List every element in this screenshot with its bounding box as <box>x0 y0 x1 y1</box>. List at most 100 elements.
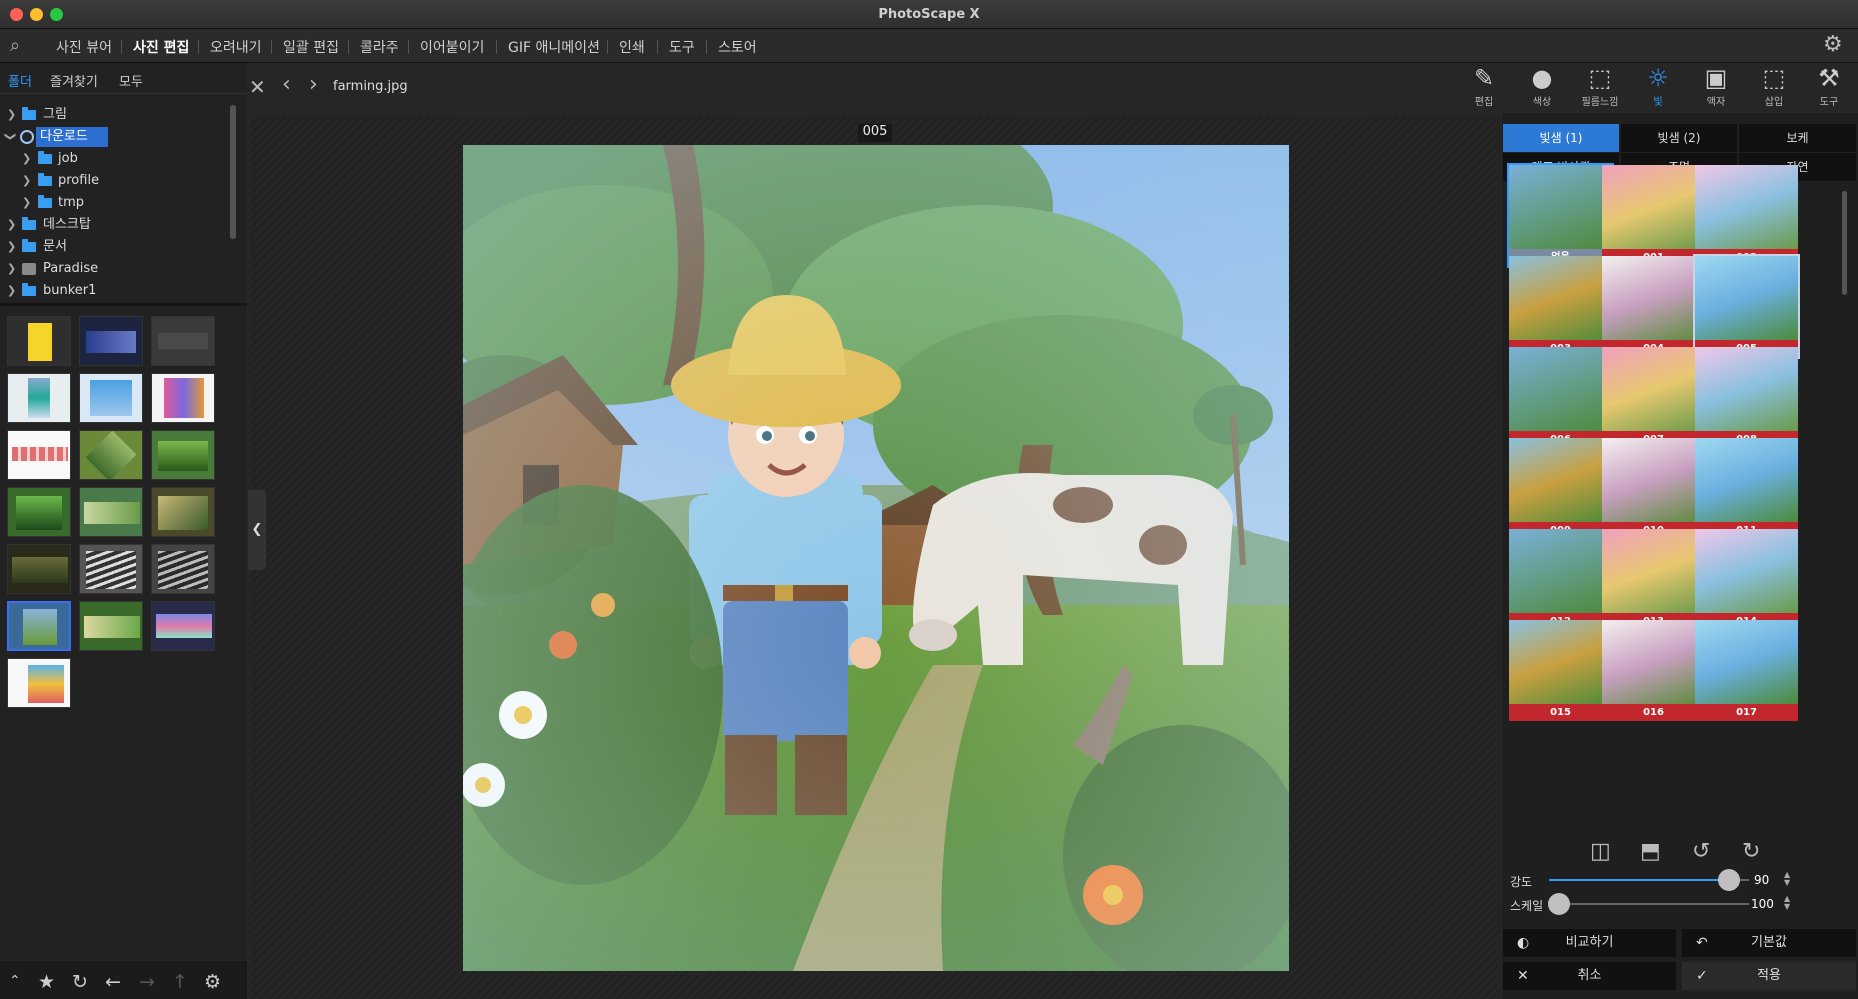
strength-value[interactable]: 90 <box>1754 873 1769 887</box>
chevron-down-icon[interactable]: ❯ <box>4 132 17 141</box>
scale-slider-knob[interactable] <box>1548 893 1570 915</box>
tool-insert[interactable]: ⬚ 삽입 <box>1745 63 1803 113</box>
menu-combine[interactable]: 이어붙이기 <box>420 37 484 57</box>
reset-default-button[interactable]: ↶ 기본값 <box>1682 929 1856 957</box>
refresh-icon[interactable]: ↻ <box>72 971 88 993</box>
tab-all[interactable]: 모두 <box>119 71 143 90</box>
compare-button[interactable]: ◐ 비교하기 <box>1503 929 1676 957</box>
filter-panel-scrollbar[interactable] <box>1842 191 1847 295</box>
filter-thumbnail[interactable]: 003 <box>1509 256 1612 357</box>
tool-frame[interactable]: ▣ 액자 <box>1687 63 1745 113</box>
filter-thumbnail[interactable]: 013 <box>1602 529 1705 630</box>
menu-photo-editor[interactable]: 사진 편집 <box>133 37 189 57</box>
filter-thumbnail[interactable]: 011 <box>1695 438 1798 539</box>
tab-favorites[interactable]: 즐겨찾기 <box>50 71 98 90</box>
image-thumbnail[interactable] <box>79 487 143 537</box>
image-thumbnail[interactable] <box>79 316 143 366</box>
image-thumbnail[interactable] <box>7 544 71 594</box>
filter-thumbnail[interactable]: 014 <box>1695 529 1798 630</box>
filter-thumbnail[interactable]: 008 <box>1695 347 1798 448</box>
chevron-right-icon[interactable]: ❯ <box>22 174 31 187</box>
back-arrow-icon[interactable]: ← <box>105 971 121 993</box>
apply-button[interactable]: ✓ 적용 <box>1682 962 1856 990</box>
flip-horizontal-icon[interactable]: ◫ <box>1590 839 1611 864</box>
image-thumbnail[interactable] <box>79 601 143 651</box>
filter-thumbnail[interactable]: 012 <box>1509 529 1612 630</box>
tree-item-documents[interactable]: ❯ 문서 <box>0 236 232 258</box>
strength-stepper-icon[interactable]: ▲ ▼ <box>1784 871 1790 887</box>
filter-thumbnail[interactable]: 015 <box>1509 620 1612 721</box>
image-thumbnail[interactable] <box>7 487 71 537</box>
filter-thumbnail[interactable]: 001 <box>1602 165 1705 266</box>
scale-stepper-icon[interactable]: ▲ ▼ <box>1784 895 1790 911</box>
menu-cut-out[interactable]: 오려내기 <box>210 37 262 57</box>
tree-item-bunker1[interactable]: ❯ bunker1 <box>0 280 232 302</box>
image-thumbnail[interactable] <box>7 316 71 366</box>
tree-scrollbar[interactable] <box>230 105 236 239</box>
image-thumbnail[interactable] <box>7 373 71 423</box>
category-light-leak-2[interactable]: 빛샘 (2) <box>1621 124 1737 152</box>
tool-film[interactable]: ⬚ 필름느낌 <box>1571 63 1629 113</box>
filter-thumbnail[interactable]: 007 <box>1602 347 1705 448</box>
chevron-right-icon[interactable]: ❯ <box>22 196 31 209</box>
filter-thumbnail[interactable]: 없음 <box>1507 163 1614 268</box>
chevron-right-icon[interactable]: ❯ <box>22 152 31 165</box>
chevron-right-icon[interactable]: ❯ <box>7 284 16 297</box>
rotate-left-icon[interactable]: ↺ <box>1692 839 1710 864</box>
menu-print[interactable]: 인쇄 <box>619 37 645 57</box>
tool-color[interactable]: ● 색상 <box>1513 63 1571 113</box>
tree-item-downloads[interactable]: ❯ 다운로드 <box>0 126 232 148</box>
filter-thumbnail[interactable]: 009 <box>1509 438 1612 539</box>
search-icon[interactable]: ⌕ <box>10 35 20 56</box>
scale-slider-track[interactable] <box>1549 903 1749 905</box>
collapse-up-icon[interactable]: ⌃ <box>9 973 21 989</box>
filter-thumbnail[interactable]: 002 <box>1695 165 1798 266</box>
filter-thumbnail[interactable]: 016 <box>1602 620 1705 721</box>
image-thumbnail[interactable] <box>151 544 215 594</box>
image-thumbnail[interactable] <box>7 658 71 708</box>
image-thumbnail[interactable] <box>151 373 215 423</box>
menu-gif-animation[interactable]: GIF 애니메이션 <box>508 37 600 57</box>
image-thumbnail[interactable] <box>151 316 215 366</box>
cancel-button[interactable]: ✕ 취소 <box>1503 962 1676 990</box>
scale-value[interactable]: 100 <box>1751 897 1774 911</box>
image-thumbnail[interactable] <box>151 487 215 537</box>
chevron-right-icon[interactable]: ❯ <box>7 218 16 231</box>
image-thumbnail[interactable] <box>7 430 71 480</box>
tree-item-pictures[interactable]: ❯ 그림 <box>0 104 232 126</box>
image-thumbnail[interactable] <box>151 430 215 480</box>
flip-vertical-icon[interactable]: ⬒ <box>1640 839 1661 864</box>
tool-light[interactable]: ☼ 빛 <box>1629 63 1687 113</box>
tree-item-paradise[interactable]: ❯ Paradise <box>0 258 232 280</box>
tool-edit[interactable]: ✎ 편집 <box>1455 63 1513 113</box>
image-thumbnail[interactable] <box>79 544 143 594</box>
image-thumbnail[interactable] <box>151 601 215 651</box>
next-icon[interactable]: › <box>309 72 318 97</box>
photo-canvas[interactable] <box>463 145 1289 971</box>
image-thumbnail[interactable] <box>79 373 143 423</box>
menu-tools[interactable]: 도구 <box>669 37 695 57</box>
chevron-right-icon[interactable]: ❯ <box>7 240 16 253</box>
chevron-right-icon[interactable]: ❯ <box>7 262 16 275</box>
menu-store[interactable]: 스토어 <box>718 37 757 57</box>
forward-arrow-icon[interactable]: → <box>139 971 155 993</box>
filter-thumbnail[interactable]: 017 <box>1695 620 1798 721</box>
settings-gear-icon[interactable]: ⚙ <box>204 971 221 993</box>
image-thumbnail[interactable] <box>79 430 143 480</box>
category-bokeh[interactable]: 보케 <box>1739 124 1856 152</box>
tab-folders[interactable]: 폴더 <box>8 71 32 90</box>
filter-thumbnail[interactable]: 005 <box>1693 254 1800 359</box>
menu-collage[interactable]: 콜라주 <box>360 37 399 57</box>
previous-icon[interactable]: ‹ <box>282 72 291 97</box>
filter-thumbnail[interactable]: 006 <box>1509 347 1612 448</box>
close-icon[interactable]: ✕ <box>249 75 266 99</box>
category-light-leak-1[interactable]: 빛샘 (1) <box>1503 124 1619 152</box>
tree-item-desktop[interactable]: ❯ 데스크탑 <box>0 214 232 236</box>
tree-item-job[interactable]: ❯ job <box>0 148 232 170</box>
rotate-right-icon[interactable]: ↻ <box>1742 839 1760 864</box>
tool-tools[interactable]: ⚒ 도구 <box>1800 63 1858 113</box>
filter-thumbnail[interactable]: 004 <box>1602 256 1705 357</box>
tree-item-tmp[interactable]: ❯ tmp <box>0 192 232 214</box>
strength-slider-knob[interactable] <box>1718 869 1740 891</box>
settings-gear-icon[interactable]: ⚙ <box>1823 32 1843 57</box>
